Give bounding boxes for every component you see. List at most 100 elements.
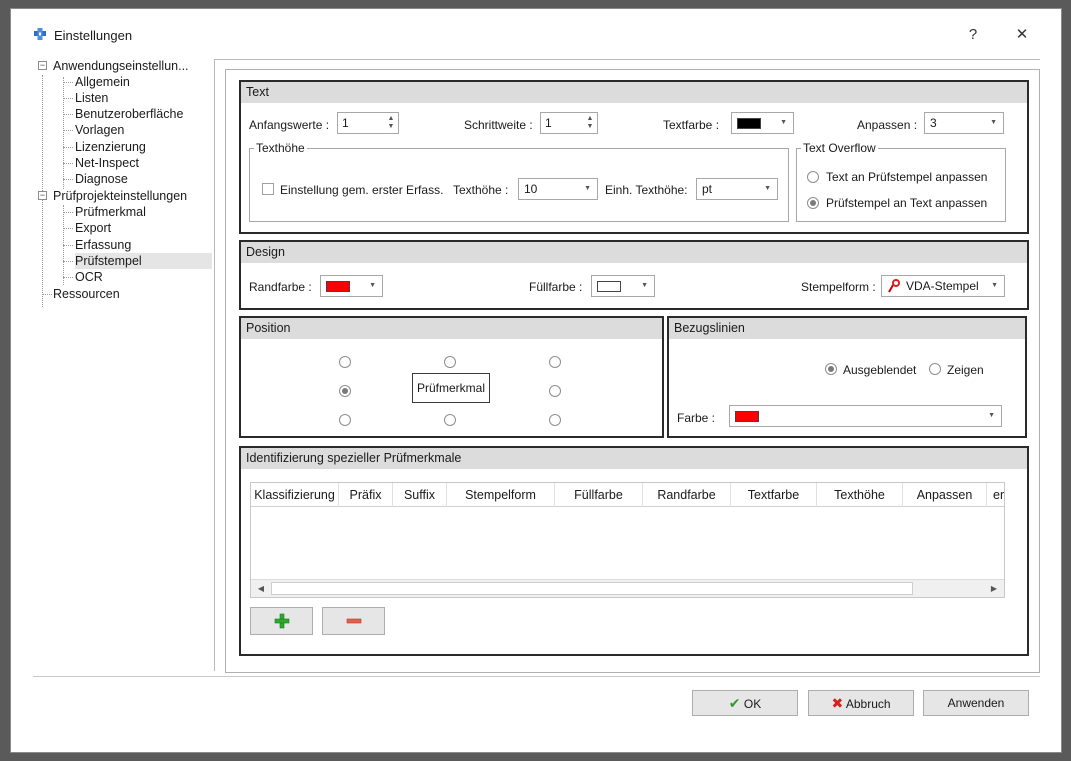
overflow-radio-text[interactable] — [807, 171, 819, 183]
spin-arrows-icon[interactable]: ▲ ▼ — [387, 115, 395, 131]
col-randfarbe[interactable]: Randfarbe — [643, 483, 731, 507]
help-button[interactable]: ? — [958, 23, 988, 47]
einheit-value: pt — [702, 182, 713, 196]
tree-node-erfassung[interactable]: Erfassung — [75, 237, 131, 253]
col-truncated[interactable]: er — [987, 483, 1004, 507]
tree-node-anwendungseinstellungen[interactable]: Anwendungseinstellun... — [53, 58, 189, 74]
tree-node-pruefstempel[interactable]: Prüfstempel — [75, 253, 212, 269]
puzzle-icon — [34, 28, 46, 40]
ident-table[interactable]: Klassifizierung Präfix Suffix Stempelfor… — [250, 482, 1005, 598]
col-fuellfarbe[interactable]: Füllfarbe — [555, 483, 643, 507]
identifizierung-group: Identifizierung spezieller Prüfmerkmale … — [239, 446, 1029, 656]
fuellfarbe-label: Füllfarbe : — [529, 280, 583, 294]
texthoehe-combo[interactable]: 10 ▼ — [518, 178, 598, 200]
add-row-button[interactable] — [250, 607, 313, 635]
tree-node-allgemein[interactable]: Allgemein — [75, 74, 130, 90]
chevron-down-icon: ▼ — [369, 282, 376, 289]
footer-divider — [33, 676, 1040, 677]
anfangswerte-label: Anfangswerte : — [249, 118, 330, 132]
abbruch-button[interactable]: ✖ Abbruch — [808, 690, 914, 716]
einheit-combo[interactable]: pt ▼ — [696, 178, 778, 200]
content-panel: Text Anfangswerte : 1 ▲ ▼ Schrittweite : … — [225, 69, 1040, 673]
settings-tree: − Anwendungseinstellun... Allgemein List… — [33, 57, 213, 677]
anpassen-combo[interactable]: 3 ▼ — [924, 112, 1004, 134]
overflow-option-stempel[interactable]: Prüfstempel an Text anpassen — [826, 196, 987, 210]
group-header: Position — [241, 318, 662, 339]
schrittweite-spinner[interactable]: 1 ▲ ▼ — [540, 112, 598, 134]
group-header: Design — [241, 242, 1027, 263]
einstellung-label: Einstellung gem. erster Erfass. — [280, 183, 444, 197]
fuellfarbe-picker[interactable]: ▼ — [591, 275, 655, 297]
text-overflow-fieldset: Text Overflow Text an Prüfstempel anpass… — [796, 141, 1006, 222]
position-group: Position Prüfmerkmal — [239, 316, 664, 438]
bezug-radio-ausgeblendet[interactable] — [825, 363, 837, 375]
tree-expander-collapse-icon[interactable]: − — [38, 61, 47, 70]
tree-node-pruefmerkmal[interactable]: Prüfmerkmal — [75, 204, 146, 220]
textfarbe-picker[interactable]: ▼ — [731, 112, 794, 134]
bezug-option-zeigen[interactable]: Zeigen — [947, 363, 984, 377]
col-texthoehe[interactable]: Texthöhe — [817, 483, 903, 507]
group-header: Text — [241, 82, 1027, 103]
tree-expander-collapse-icon[interactable]: − — [38, 191, 47, 200]
chevron-down-icon: ▼ — [780, 119, 787, 126]
position-radio-top-left[interactable] — [339, 356, 351, 368]
position-radio-middle-right[interactable] — [549, 385, 561, 397]
col-suffix[interactable]: Suffix — [393, 483, 447, 507]
position-radio-top-right[interactable] — [549, 356, 561, 368]
einstellung-checkbox[interactable] — [262, 183, 274, 195]
scrollbar-thumb[interactable] — [271, 582, 913, 595]
position-radio-bottom-right[interactable] — [549, 414, 561, 426]
einheit-label: Einh. Texthöhe: — [605, 183, 688, 197]
remove-row-button[interactable] — [322, 607, 385, 635]
col-praefix[interactable]: Präfix — [339, 483, 393, 507]
overflow-radio-stempel[interactable] — [807, 197, 819, 209]
chevron-down-icon: ▼ — [764, 185, 771, 192]
vda-stamp-icon — [888, 279, 900, 293]
textfarbe-label: Textfarbe : — [663, 118, 720, 132]
schrittweite-value: 1 — [545, 116, 552, 130]
tree-node-export[interactable]: Export — [75, 220, 111, 236]
tree-node-pruefprojekteinstellungen[interactable]: Prüfprojekteinstellungen — [53, 188, 187, 204]
tree-node-net-inspect[interactable]: Net-Inspect — [75, 155, 139, 171]
tree-node-lizenzierung[interactable]: Lizenzierung — [75, 139, 146, 155]
chevron-down-icon: ▼ — [641, 282, 648, 289]
tree-node-diagnose[interactable]: Diagnose — [75, 171, 128, 187]
tree-node-ocr[interactable]: OCR — [75, 269, 103, 285]
fuellfarbe-swatch — [597, 281, 621, 292]
horizontal-scrollbar[interactable]: ◀ ▶ — [251, 579, 1004, 597]
position-center-box: Prüfmerkmal — [412, 373, 490, 403]
spin-arrows-icon[interactable]: ▲ ▼ — [586, 115, 594, 131]
anwenden-button[interactable]: Anwenden — [923, 690, 1029, 716]
tree-node-ressourcen[interactable]: Ressourcen — [53, 286, 120, 302]
scroll-left-icon[interactable]: ◀ — [254, 582, 268, 596]
col-klassifizierung[interactable]: Klassifizierung — [251, 483, 339, 507]
window-title: Einstellungen — [54, 28, 133, 43]
ok-button[interactable]: ✔ OK — [692, 690, 798, 716]
position-radio-top-center[interactable] — [444, 356, 456, 368]
close-button[interactable]: ✕ — [1007, 23, 1037, 47]
randfarbe-picker[interactable]: ▼ — [320, 275, 383, 297]
tree-node-benutzeroberflaeche[interactable]: Benutzeroberfläche — [75, 106, 183, 122]
col-textfarbe[interactable]: Textfarbe — [731, 483, 817, 507]
tree-node-vorlagen[interactable]: Vorlagen — [75, 122, 124, 138]
bezug-option-ausgeblendet[interactable]: Ausgeblendet — [843, 363, 916, 377]
text-group: Text Anfangswerte : 1 ▲ ▼ Schrittweite : … — [239, 80, 1029, 234]
anpassen-label: Anpassen : — [857, 118, 918, 132]
bezug-farbe-picker[interactable]: ▼ — [729, 405, 1002, 427]
schrittweite-label: Schrittweite : — [464, 118, 533, 132]
col-stempelform[interactable]: Stempelform — [447, 483, 555, 507]
stempelform-combo[interactable]: VDA-Stempel ▼ — [881, 275, 1005, 297]
position-radio-bottom-center[interactable] — [444, 414, 456, 426]
tree-node-listen[interactable]: Listen — [75, 90, 108, 106]
anfangswerte-spinner[interactable]: 1 ▲ ▼ — [337, 112, 399, 134]
bezug-radio-zeigen[interactable] — [929, 363, 941, 375]
chevron-down-icon: ▼ — [991, 282, 998, 289]
scroll-right-icon[interactable]: ▶ — [987, 582, 1001, 596]
position-radio-bottom-left[interactable] — [339, 414, 351, 426]
overflow-option-text[interactable]: Text an Prüfstempel anpassen — [826, 170, 987, 184]
position-radio-middle-left[interactable] — [339, 385, 351, 397]
col-anpassen[interactable]: Anpassen — [903, 483, 987, 507]
cross-icon: ✖ — [831, 695, 844, 711]
randfarbe-label: Randfarbe : — [249, 280, 312, 294]
chevron-down-icon: ▼ — [584, 185, 591, 192]
